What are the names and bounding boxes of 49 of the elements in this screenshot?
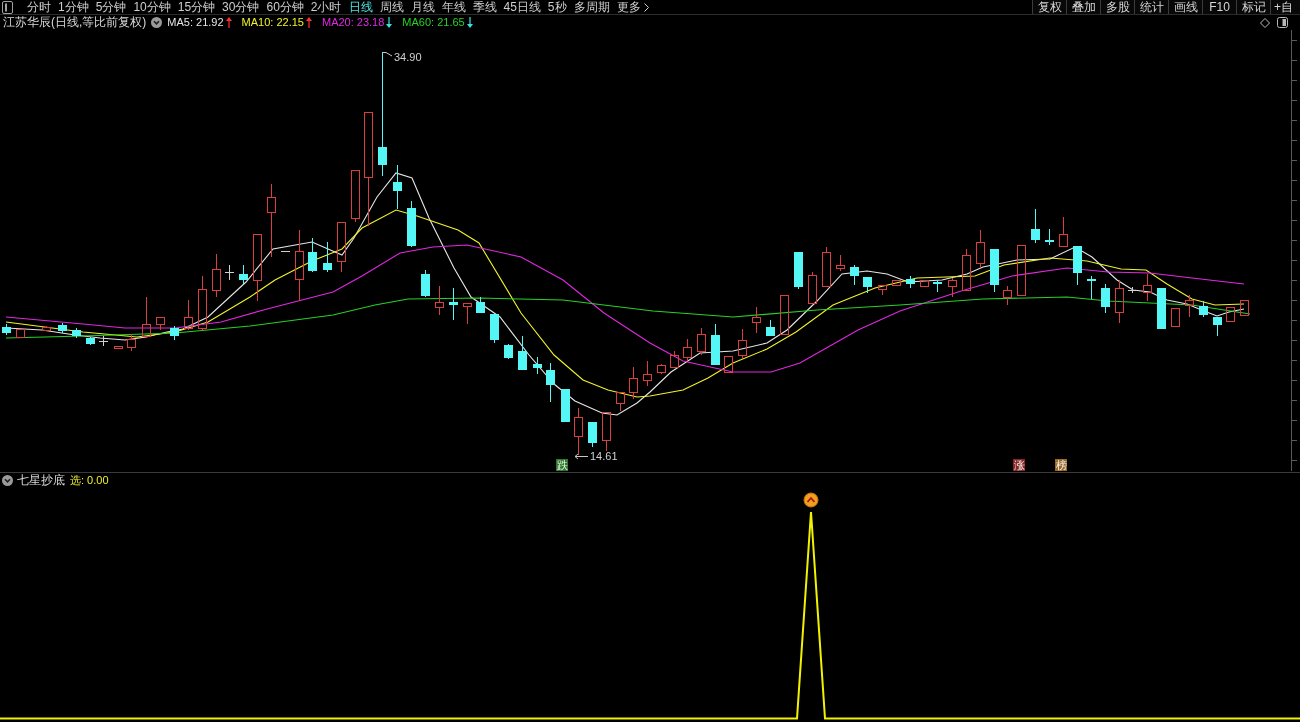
toolbar-button[interactable]: +自 — [1270, 0, 1300, 14]
indicator-value: 选: 0.00 — [70, 473, 109, 488]
timeframe-tab[interactable]: 5分钟 — [95, 0, 127, 14]
timeframe-tab[interactable]: 多周期 — [573, 0, 610, 14]
timeframe-tab[interactable]: 年线 — [441, 0, 466, 14]
timeframe-tab[interactable]: 日线 — [348, 0, 373, 14]
signal-marker: 涨 — [1013, 459, 1025, 471]
toolbar-button[interactable]: 叠加 — [1066, 0, 1100, 14]
timeframe-tab[interactable]: 季线 — [472, 0, 497, 14]
doji-candle — [224, 264, 235, 281]
timeframe-tab[interactable]: 45日线 — [503, 0, 541, 14]
timeframe-tab[interactable]: 60分钟 — [266, 0, 304, 14]
timeframe-tab[interactable]: 30分钟 — [222, 0, 260, 14]
high-price-label: 34.90 — [394, 51, 422, 63]
timeframe-tab[interactable]: 分时 — [27, 0, 51, 14]
timeframe-tab[interactable]: 2小时 — [310, 0, 342, 14]
toolbar-button[interactable]: 多股 — [1100, 0, 1134, 14]
timeframe-tab[interactable]: 15分钟 — [177, 0, 216, 14]
timeframe-tab[interactable]: 周线 — [379, 0, 404, 14]
timeframe-tab[interactable]: 10分钟 — [133, 0, 171, 14]
chevron-right-icon — [643, 2, 649, 12]
chevron-badge-icon — [803, 492, 819, 508]
indicator-name: 七星抄底 — [17, 473, 65, 488]
chevron-down-circle-icon[interactable] — [2, 475, 13, 486]
toolbar-button[interactable]: 画线 — [1168, 0, 1202, 14]
moving-average-label: MA5: 21.92 — [167, 15, 224, 30]
doji-candle — [98, 335, 109, 347]
timeframe-tab[interactable]: 1分钟 — [58, 0, 89, 14]
timeframe-tab[interactable]: 月线 — [410, 0, 435, 14]
sidebar-toggle-icon[interactable] — [2, 0, 13, 14]
doji-candle — [1127, 286, 1138, 294]
signal-marker: 跌 — [556, 459, 568, 471]
moving-average-label: MA20: 23.18 — [321, 15, 385, 30]
low-price-label: 14.61 — [590, 450, 618, 462]
toolbar-button[interactable]: F10 — [1202, 0, 1236, 14]
panel-toggle-icon[interactable] — [1277, 17, 1288, 28]
low-price-arrow — [574, 453, 589, 460]
toolbar-button[interactable]: 统计 — [1134, 0, 1168, 14]
high-price-leader — [381, 52, 393, 57]
moving-average-label: MA60: 21.65 — [402, 15, 465, 30]
timeframe-tab[interactable]: 5秒 — [547, 0, 567, 14]
toolbar-button[interactable]: 标记 — [1236, 0, 1270, 14]
moving-average-label: MA10: 22.15 — [241, 15, 304, 30]
diamond-icon[interactable] — [1260, 17, 1270, 28]
signal-marker: 榜 — [1055, 459, 1067, 471]
chart-title: 江苏华辰(日线,等比前复权) — [3, 15, 147, 30]
more-menu[interactable]: 更多 — [616, 0, 649, 14]
chevron-down-circle-icon[interactable] — [151, 17, 163, 28]
toolbar-button[interactable]: 复权 — [1032, 0, 1066, 14]
